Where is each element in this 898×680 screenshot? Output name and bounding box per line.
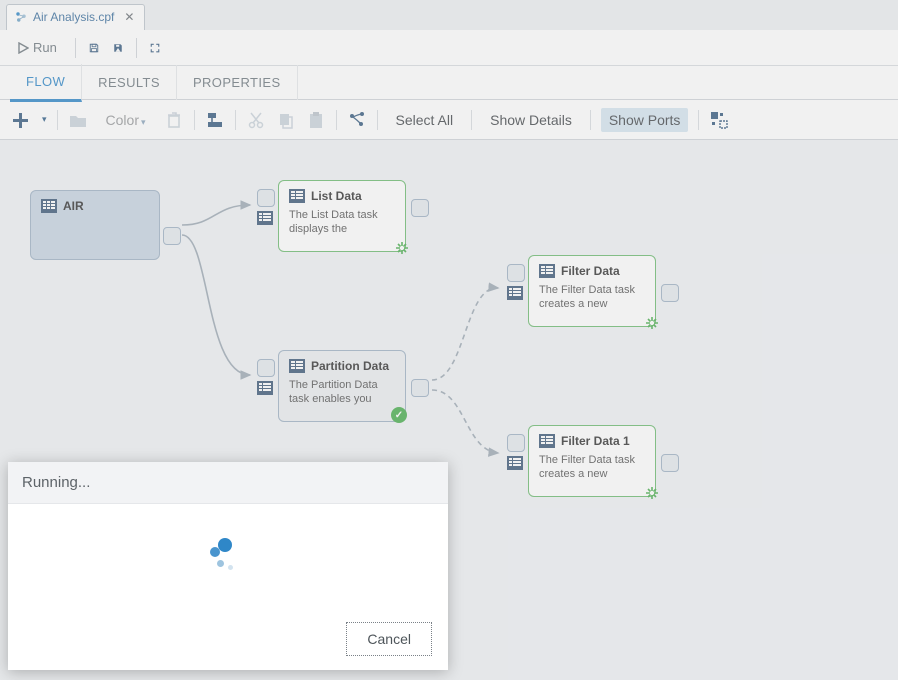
- running-spark-icon: [645, 316, 659, 330]
- arrange-icon[interactable]: [347, 110, 367, 130]
- show-ports-button[interactable]: Show Ports: [601, 108, 689, 132]
- node-desc: The Filter Data task creates a new: [539, 454, 645, 482]
- task-icon: [289, 359, 305, 373]
- dataset-icon: [257, 211, 273, 225]
- toolbar-separator: [136, 38, 137, 58]
- show-details-button[interactable]: Show Details: [482, 108, 580, 132]
- cut-icon: [246, 110, 266, 130]
- cancel-button[interactable]: Cancel: [346, 622, 432, 656]
- dataset-icon: [507, 286, 523, 300]
- flow-toolbar: ▾ Color▾ Select All Show Details Show Po…: [0, 100, 898, 140]
- select-all-button[interactable]: Select All: [388, 108, 462, 132]
- delete-icon: [164, 110, 184, 130]
- copy-icon: [276, 110, 296, 130]
- dataset-icon: [507, 456, 523, 470]
- dataset-icon: [41, 199, 57, 213]
- view-tabs: FLOW RESULTS PROPERTIES: [0, 66, 898, 100]
- mini-map-icon[interactable]: [709, 110, 729, 130]
- process-flow-icon: [15, 11, 27, 23]
- toolbar-separator: [194, 110, 195, 130]
- toolbar-separator: [235, 110, 236, 130]
- dialog-body: [8, 504, 448, 612]
- task-icon: [539, 264, 555, 278]
- control-port-icon[interactable]: [507, 434, 523, 448]
- toolbar-separator: [75, 38, 76, 58]
- format-icon[interactable]: [205, 110, 225, 130]
- node-filter-data[interactable]: Filter Data The Filter Data task creates…: [528, 255, 656, 327]
- node-filter-data-1[interactable]: Filter Data 1 The Filter Data task creat…: [528, 425, 656, 497]
- node-title: Filter Data: [561, 264, 620, 278]
- app-toolbar: Run: [0, 30, 898, 66]
- node-desc: The Filter Data task creates a new: [539, 284, 645, 312]
- paste-icon: [306, 110, 326, 130]
- running-spark-icon: [645, 486, 659, 500]
- node-air[interactable]: AIR: [30, 190, 160, 260]
- running-dialog: Running... Cancel: [8, 462, 448, 670]
- add-icon[interactable]: [10, 110, 30, 130]
- run-button[interactable]: Run: [10, 36, 65, 59]
- running-spark-icon: [395, 241, 409, 255]
- tab-results[interactable]: RESULTS: [82, 65, 177, 100]
- tab-properties[interactable]: PROPERTIES: [177, 65, 298, 100]
- node-title: Partition Data: [311, 359, 389, 373]
- toolbar-separator: [471, 110, 472, 130]
- close-tab-icon[interactable]: ✕: [124, 10, 134, 24]
- loading-spinner-icon: [208, 538, 248, 578]
- node-desc: The List Data task displays the: [289, 209, 395, 237]
- tab-flow[interactable]: FLOW: [10, 64, 82, 102]
- toolbar-separator: [57, 110, 58, 130]
- open-folder-icon: [68, 110, 88, 130]
- dialog-title: Running...: [8, 462, 448, 504]
- dialog-footer: Cancel: [8, 612, 448, 670]
- success-check-icon: ✓: [391, 407, 407, 423]
- add-dropdown-caret-icon[interactable]: ▾: [42, 114, 47, 125]
- node-list-data[interactable]: List Data The List Data task displays th…: [278, 180, 406, 252]
- control-port-icon[interactable]: [507, 264, 523, 278]
- run-label: Run: [33, 40, 57, 55]
- task-icon: [289, 189, 305, 203]
- control-port-icon[interactable]: [257, 359, 273, 373]
- toolbar-separator: [698, 110, 699, 130]
- output-port[interactable]: [411, 199, 429, 217]
- node-title: AIR: [63, 199, 84, 213]
- task-icon: [539, 434, 555, 448]
- output-port[interactable]: [163, 227, 181, 245]
- control-port-icon[interactable]: [257, 189, 273, 203]
- dataset-icon: [257, 381, 273, 395]
- node-title: List Data: [311, 189, 362, 203]
- color-dropdown[interactable]: Color▾: [98, 108, 154, 132]
- file-tab-strip: Air Analysis.cpf ✕: [0, 0, 898, 30]
- output-port[interactable]: [661, 284, 679, 302]
- save-as-icon[interactable]: [110, 40, 126, 56]
- toolbar-separator: [377, 110, 378, 130]
- node-partition-data[interactable]: Partition Data The Partition Data task e…: [278, 350, 406, 422]
- save-icon[interactable]: [86, 40, 102, 56]
- output-port[interactable]: [411, 379, 429, 397]
- node-desc: The Partition Data task enables you: [289, 379, 395, 407]
- file-tab[interactable]: Air Analysis.cpf ✕: [6, 4, 145, 30]
- fullscreen-icon[interactable]: [147, 40, 163, 56]
- node-title: Filter Data 1: [561, 434, 630, 448]
- toolbar-separator: [590, 110, 591, 130]
- toolbar-separator: [336, 110, 337, 130]
- output-port[interactable]: [661, 454, 679, 472]
- file-tab-title: Air Analysis.cpf: [33, 10, 114, 24]
